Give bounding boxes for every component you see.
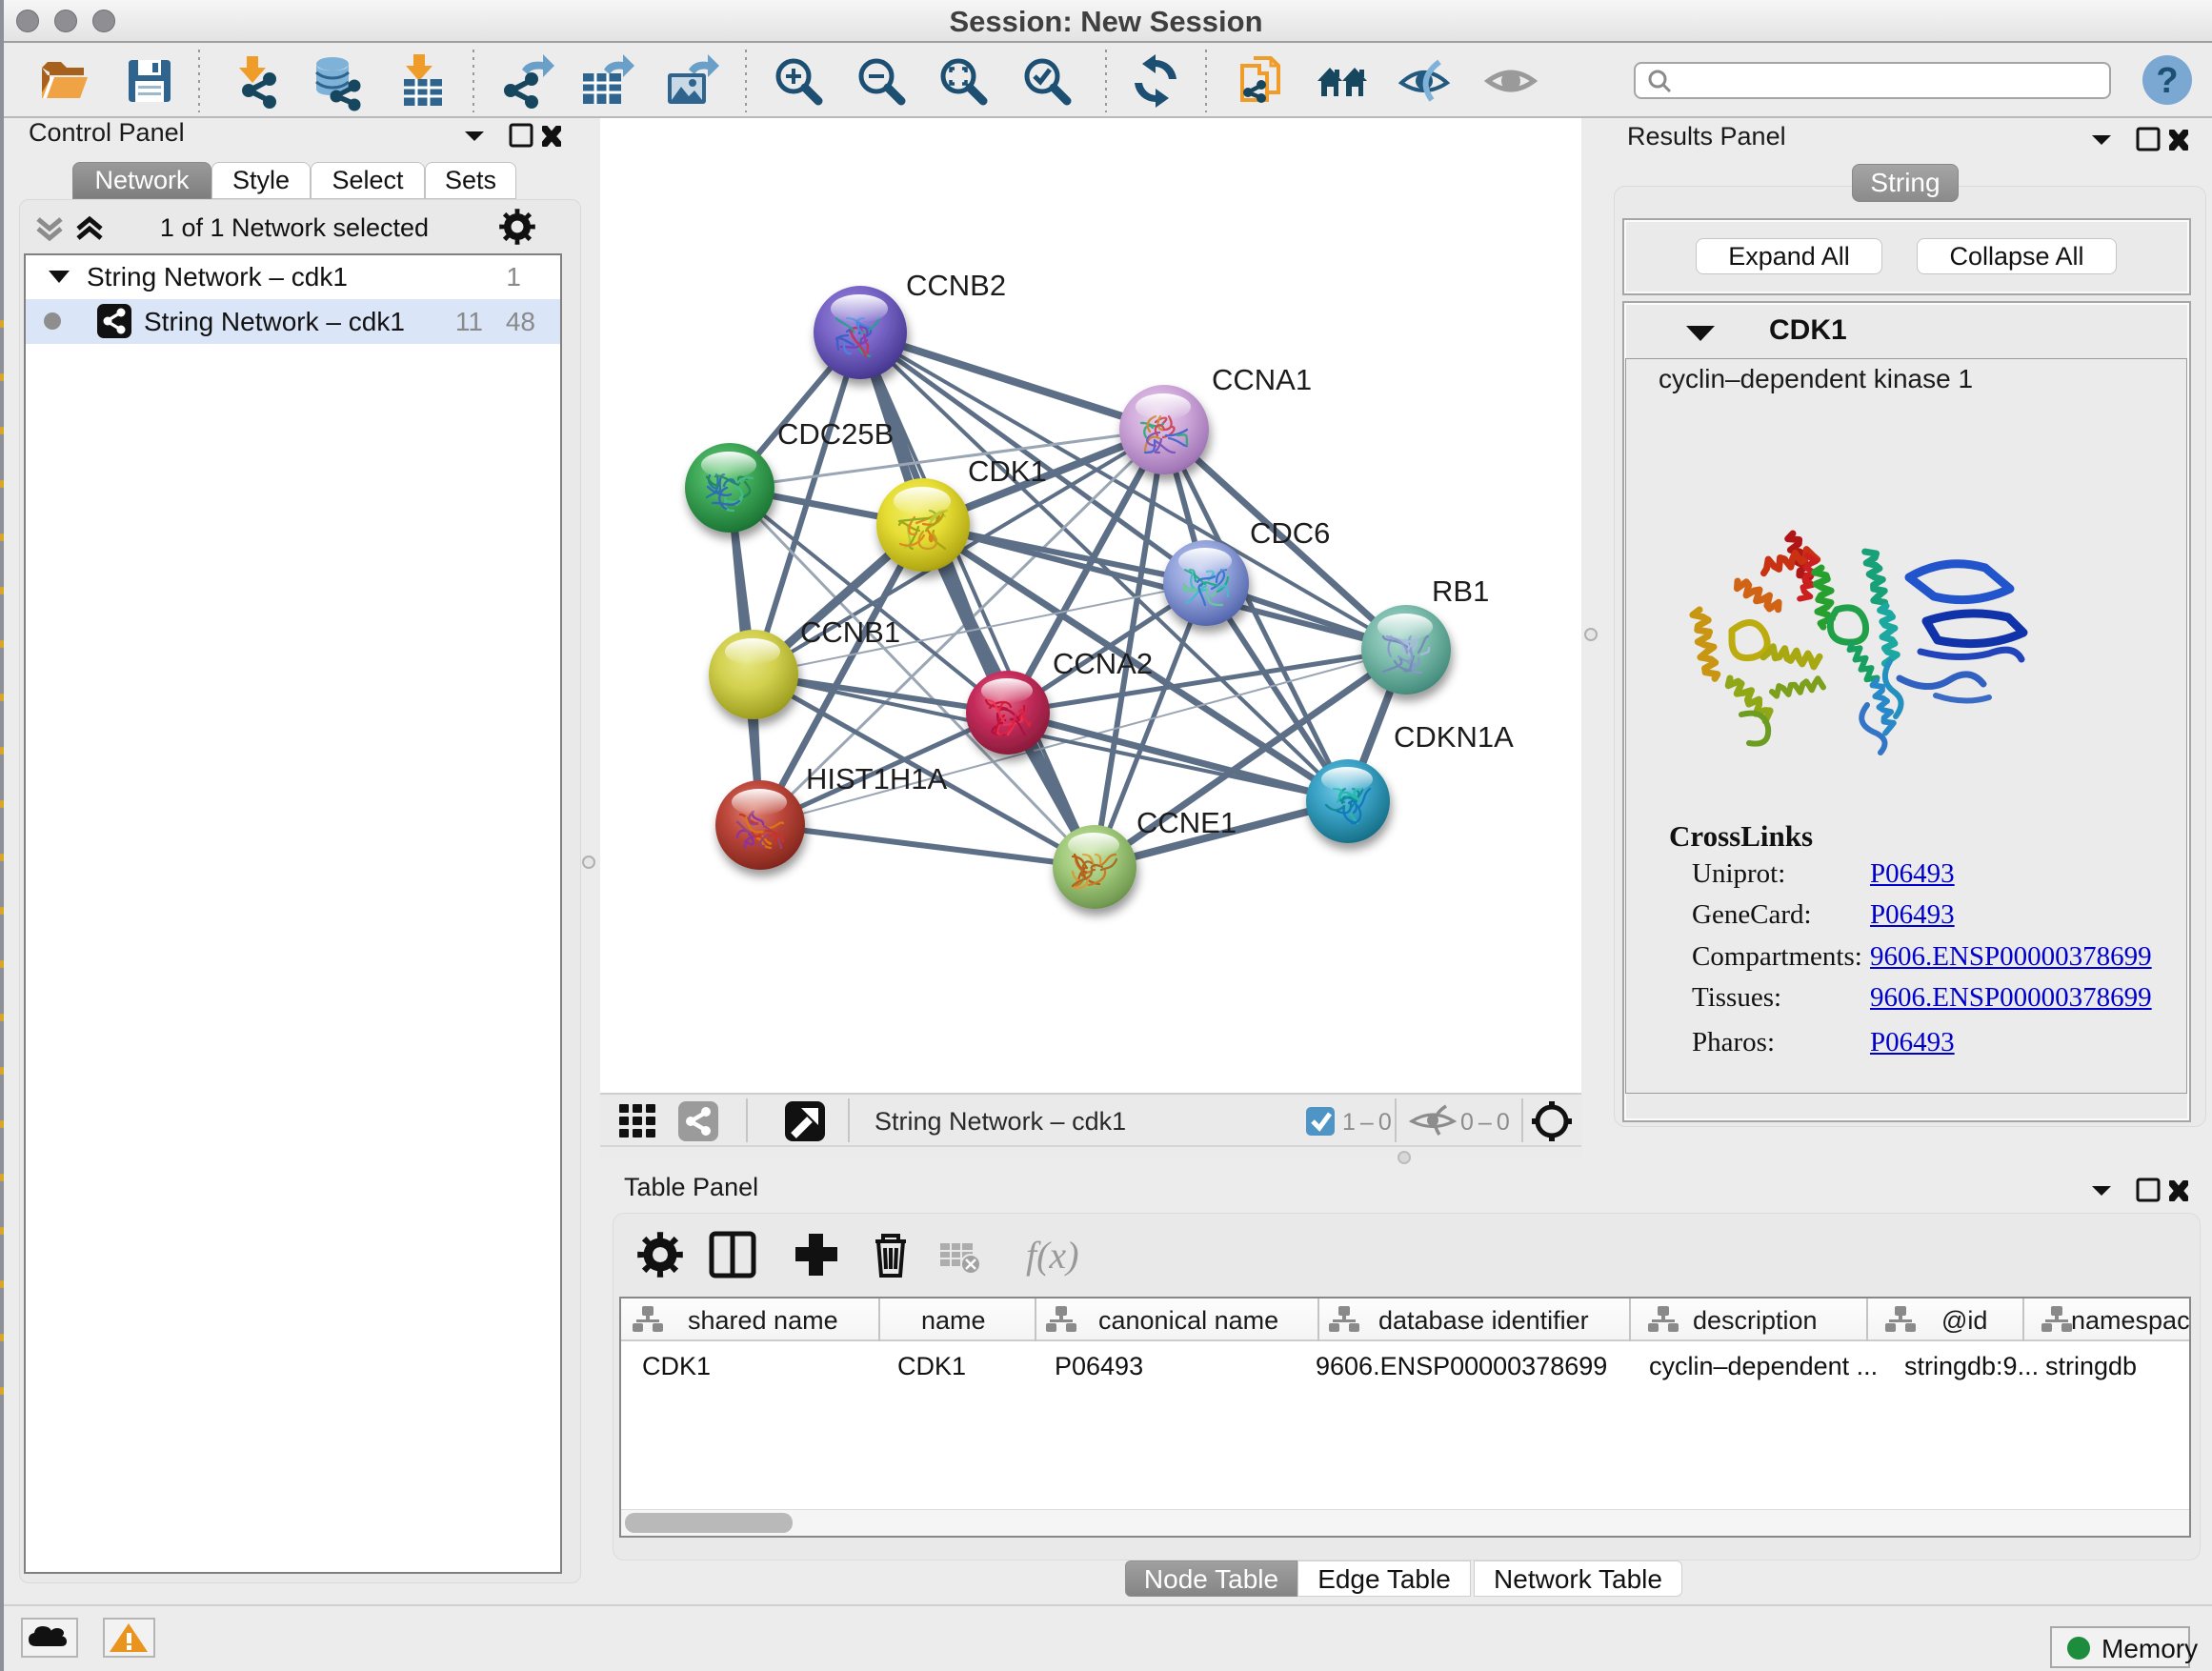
svg-text:String Network – cdk1: String Network – cdk1 xyxy=(875,1107,1126,1136)
svg-text:shared name: shared name xyxy=(688,1306,838,1335)
svg-text:CDK1: CDK1 xyxy=(968,454,1047,488)
svg-text:cyclin–dependent ...: cyclin–dependent ... xyxy=(1649,1352,1878,1380)
svg-text:description: description xyxy=(1693,1306,1818,1335)
svg-text:CCNB2: CCNB2 xyxy=(906,269,1006,302)
svg-text:CCNA2: CCNA2 xyxy=(1053,647,1153,680)
svg-text:stringdb: stringdb xyxy=(2045,1352,2137,1380)
svg-text:namespac: namespac xyxy=(2071,1306,2189,1335)
svg-text:database identifier: database identifier xyxy=(1378,1306,1589,1335)
svg-text:1 – 0: 1 – 0 xyxy=(1342,1109,1392,1136)
svg-text:P06493: P06493 xyxy=(1055,1352,1143,1380)
svg-text:CDC25B: CDC25B xyxy=(777,417,894,451)
svg-text:CDKN1A: CDKN1A xyxy=(1394,720,1514,754)
svg-text:f(x): f(x) xyxy=(1026,1234,1079,1277)
svg-text:CDK1: CDK1 xyxy=(897,1352,966,1380)
svg-text:CCNE1: CCNE1 xyxy=(1136,806,1237,839)
svg-text:name: name xyxy=(921,1306,986,1335)
svg-text:CDK1: CDK1 xyxy=(642,1352,711,1380)
svg-text:stringdb:9...: stringdb:9... xyxy=(1904,1352,2039,1380)
svg-text:CDC6: CDC6 xyxy=(1250,516,1330,550)
svg-text:9606.ENSP00000378699: 9606.ENSP00000378699 xyxy=(1316,1352,1607,1380)
svg-text:?: ? xyxy=(2156,61,2178,101)
svg-text:@id: @id xyxy=(1941,1306,1987,1335)
svg-text:CCNB1: CCNB1 xyxy=(800,615,900,649)
svg-text:RB1: RB1 xyxy=(1432,574,1489,608)
svg-text:canonical name: canonical name xyxy=(1098,1306,1278,1335)
svg-text:CCNA1: CCNA1 xyxy=(1212,363,1312,396)
svg-text:0 – 0: 0 – 0 xyxy=(1460,1109,1510,1136)
svg-text:HIST1H1A: HIST1H1A xyxy=(806,762,947,795)
